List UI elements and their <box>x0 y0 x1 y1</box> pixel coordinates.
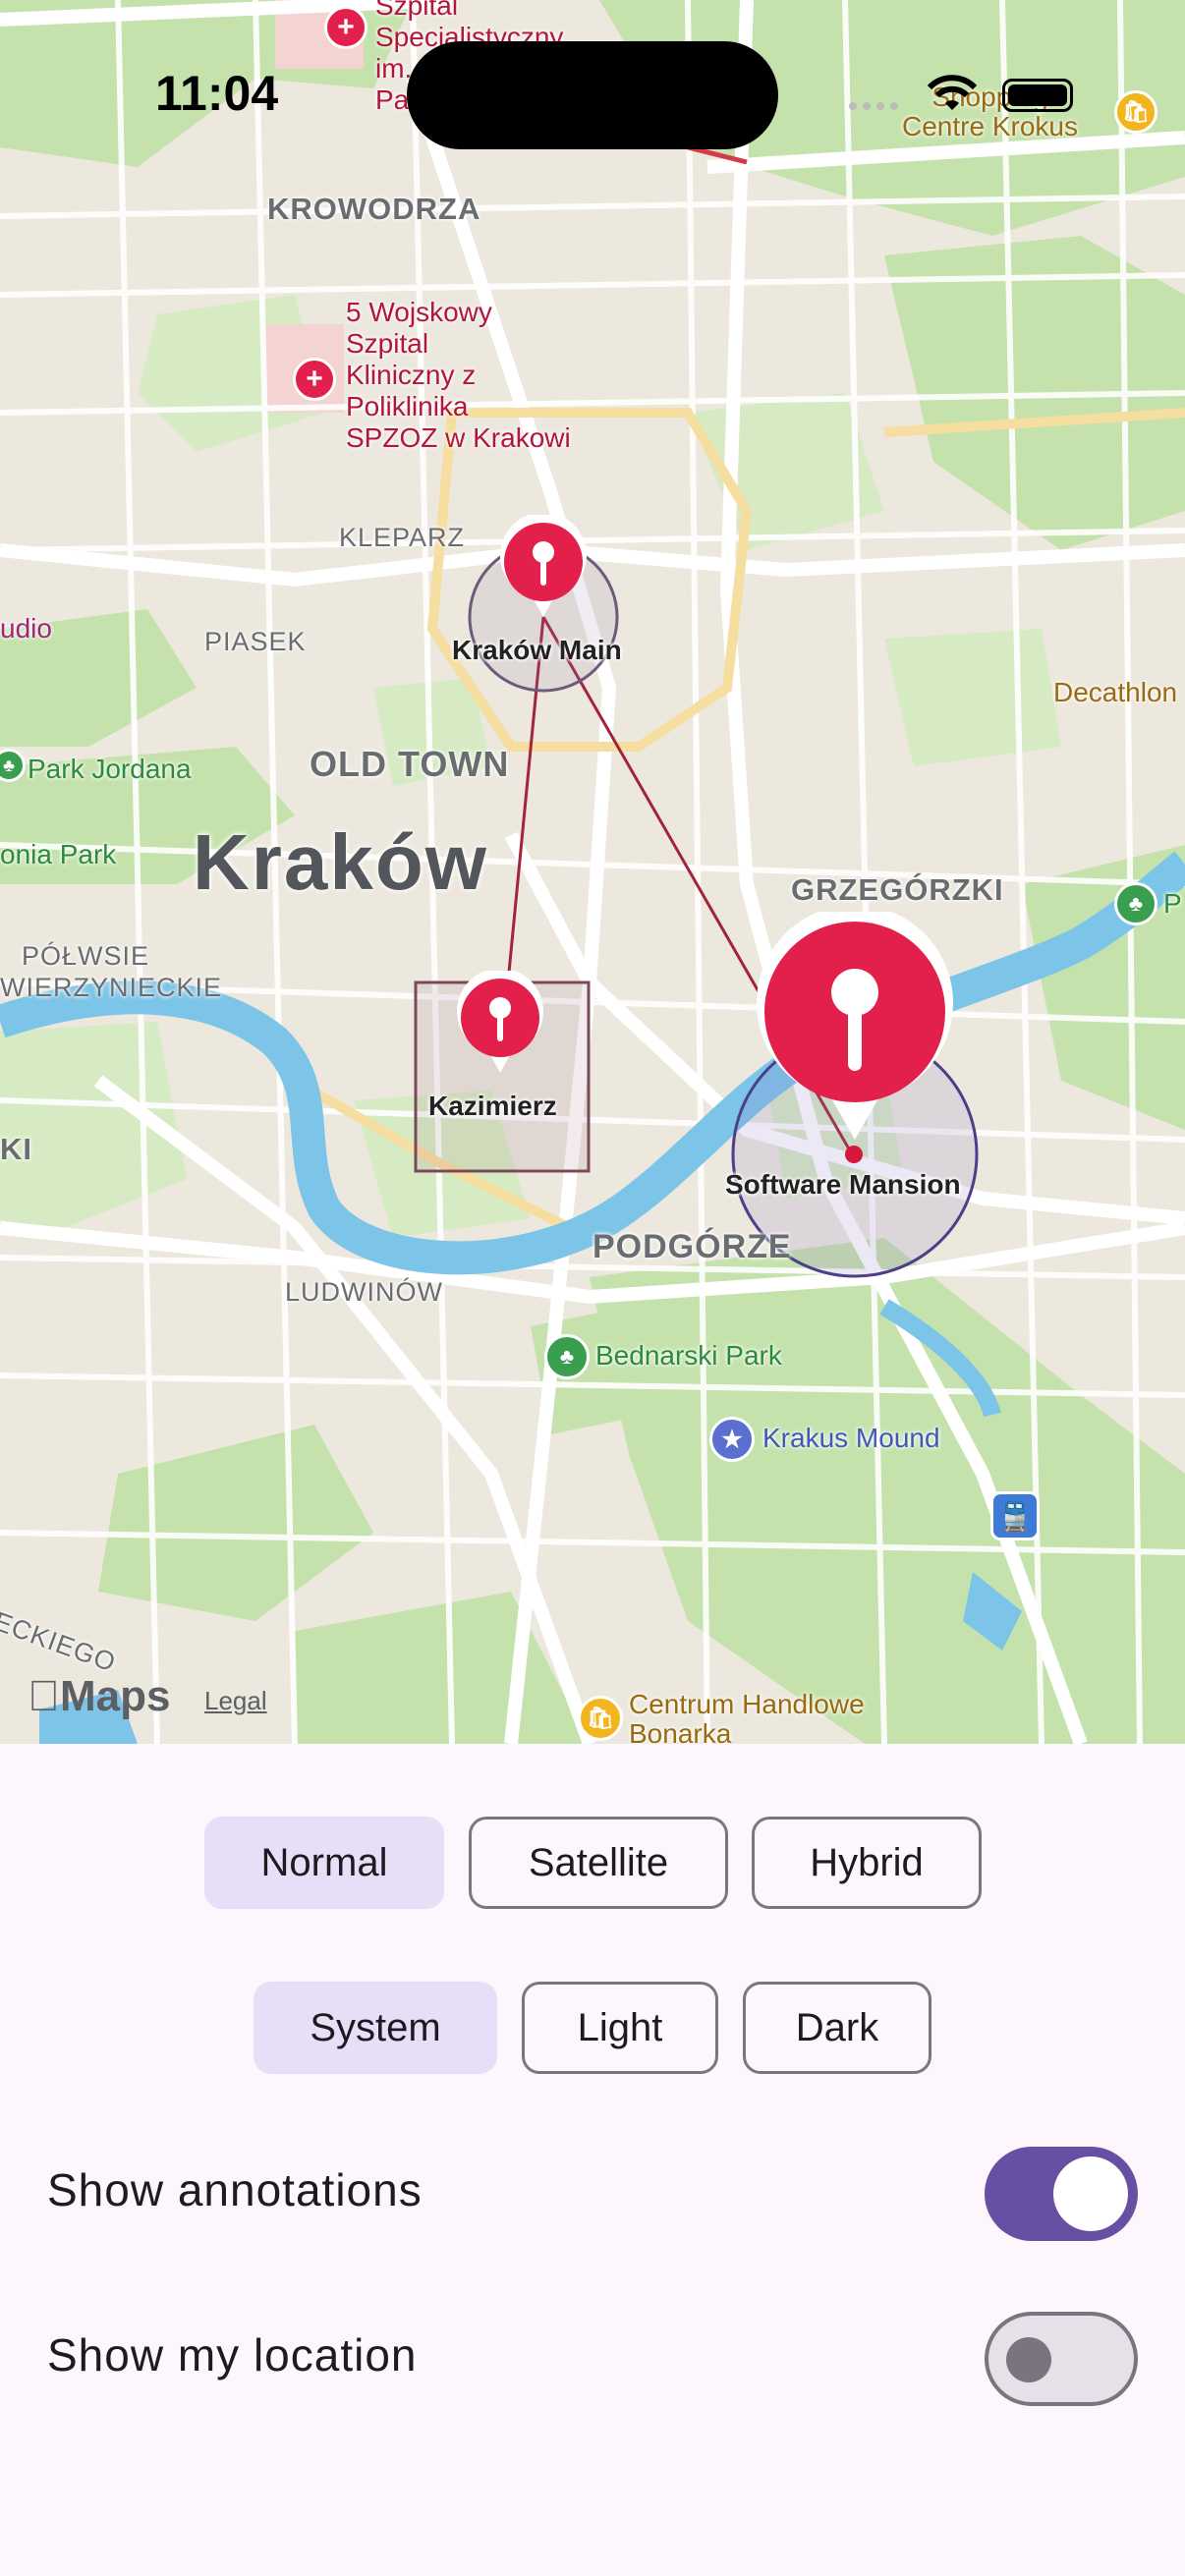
district-label: PÓŁWSIE <box>22 941 150 971</box>
district-label: PIASEK <box>204 627 307 656</box>
wifi-icon <box>927 75 978 110</box>
map-type-normal-button[interactable]: Normal <box>204 1817 444 1909</box>
status-time: 11:04 <box>155 66 279 121</box>
map-pin-icon[interactable] <box>452 971 548 1079</box>
legal-link[interactable]: Legal <box>204 1686 267 1716</box>
annotation-label: Software Mansion <box>725 1169 961 1200</box>
district-label: OLD TOWN <box>310 744 510 784</box>
poi-blonia-park[interactable]: onia Park <box>0 839 116 870</box>
show-annotations-switch[interactable] <box>985 2147 1138 2241</box>
annotation-label: Kazimierz <box>428 1091 557 1121</box>
map-type-satellite-button[interactable]: Satellite <box>469 1817 728 1909</box>
city-label: Kraków <box>193 818 488 906</box>
controls-panel: Normal Satellite Hybrid System Light Dar… <box>0 1744 1185 2576</box>
show-my-location-switch[interactable] <box>985 2312 1138 2406</box>
tram-icon[interactable]: 🚆 <box>990 1491 1040 1540</box>
color-scheme-light-button[interactable]: Light <box>522 1982 718 2074</box>
district-label: PODGÓRZE <box>592 1228 792 1265</box>
color-scheme-dark-button[interactable]: Dark <box>743 1982 931 2074</box>
poi-decathlon[interactable]: Decathlon <box>1053 678 1177 707</box>
star-icon[interactable]: ★ <box>709 1417 755 1462</box>
shopping-bag-icon[interactable]: 🛍 <box>1114 90 1157 134</box>
poi-hospital-mid[interactable]: 5 Wojskowy Szpital Kliniczny z Poliklini… <box>346 297 571 454</box>
park-icon[interactable]: ♣ <box>544 1334 590 1379</box>
poi-bednarski-park[interactable]: Bednarski Park <box>595 1340 782 1372</box>
show-my-location-label: Show my location <box>47 2329 418 2380</box>
color-scheme-system-button[interactable]: System <box>254 1982 497 2074</box>
battery-icon <box>1002 79 1073 112</box>
poi-park-right[interactable]: P <box>1163 888 1182 920</box>
district-label: KLEPARZ <box>339 523 466 552</box>
apple-maps-logo: Maps <box>28 1672 170 1720</box>
cellular-signal-icon <box>849 102 908 110</box>
dynamic-island <box>407 41 778 149</box>
switch-knob <box>1053 2156 1128 2231</box>
poi-studio[interactable]: udio <box>0 613 52 644</box>
poi-park-jordana[interactable]: Park Jordana <box>28 754 192 785</box>
poi-centrum-handlowe[interactable]: Centrum Handlowe Bonarka <box>629 1690 865 1745</box>
show-annotations-label: Show annotations <box>47 2164 423 2215</box>
annotation-center-dot <box>845 1146 863 1163</box>
switch-knob <box>1006 2337 1051 2382</box>
shopping-bag-icon[interactable]: 🛍 <box>578 1696 623 1741</box>
apple-logo-icon:  <box>28 1672 60 1720</box>
map-type-hybrid-button[interactable]: Hybrid <box>752 1817 982 1909</box>
map-pin-icon-selected[interactable] <box>753 912 957 1148</box>
hospital-icon[interactable]: + <box>324 6 367 49</box>
hospital-icon[interactable]: + <box>293 358 336 401</box>
annotation-label: Kraków Main <box>452 635 622 665</box>
map-pin-icon[interactable] <box>495 515 592 623</box>
district-label: KI <box>0 1132 32 1166</box>
map-view[interactable]: KROWODRZA KLEPARZ PIASEK OLD TOWN GRZEGÓ… <box>0 0 1185 1744</box>
district-label: WIERZYNIECKIE <box>0 973 223 1002</box>
park-icon[interactable]: ♣ <box>1114 882 1157 925</box>
district-label: GRZEGÓRZKI <box>791 872 1004 907</box>
map-base <box>0 0 1185 1744</box>
poi-krakus-mound[interactable]: Krakus Mound <box>762 1423 940 1454</box>
district-label: KROWODRZA <box>267 192 481 226</box>
district-label: LUDWINÓW <box>285 1277 443 1307</box>
